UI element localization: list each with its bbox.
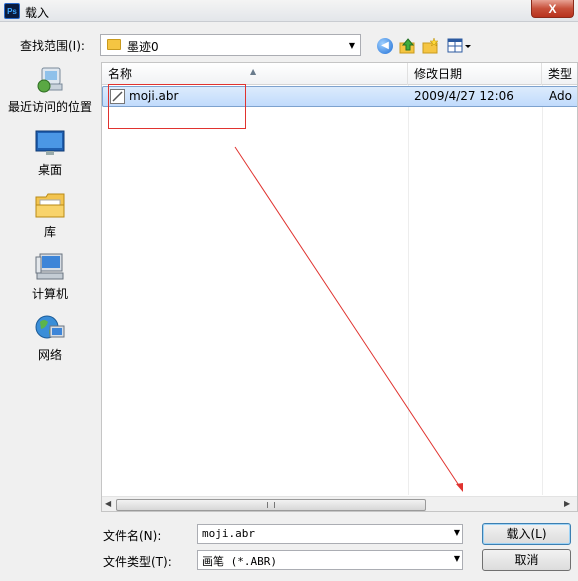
- place-computer[interactable]: 计算机: [0, 251, 100, 302]
- recent-places-icon: [34, 64, 66, 96]
- place-label: 计算机: [31, 287, 68, 301]
- place-label: 桌面: [37, 163, 62, 177]
- filename-label: 文件名(N):: [103, 529, 162, 543]
- file-list[interactable]: 名称 ▲ 修改日期 类型 moji.abr 2009/4/27 12:06 Ad…: [101, 62, 578, 512]
- file-type: Ado: [549, 89, 572, 103]
- cancel-button[interactable]: 取消: [482, 549, 571, 571]
- up-folder-button[interactable]: [399, 37, 417, 55]
- photoshop-icon: Ps: [4, 3, 20, 19]
- chevron-down-icon[interactable]: ▼: [454, 554, 460, 563]
- lookin-value: 墨迹0: [127, 40, 159, 54]
- sort-arrow-icon: ▲: [250, 67, 257, 76]
- list-header: 名称 ▲ 修改日期 类型: [102, 63, 577, 85]
- folder-icon: [107, 39, 121, 50]
- filename-field[interactable]: moji.abr ▼: [197, 524, 463, 544]
- place-libraries[interactable]: 库: [0, 189, 100, 240]
- place-network[interactable]: 网络: [0, 312, 100, 363]
- place-label: 网络: [37, 348, 62, 362]
- title-bar: Ps 载入 X: [0, 0, 578, 22]
- column-header-name[interactable]: 名称 ▲: [102, 63, 408, 85]
- back-arrow-icon: ◀: [377, 38, 393, 54]
- back-button[interactable]: ◀: [376, 37, 394, 55]
- column-divider: [408, 85, 409, 495]
- file-date: 2009/4/27 12:06: [414, 89, 514, 103]
- close-button[interactable]: X: [531, 0, 574, 18]
- places-bar: 最近访问的位置 桌面 库 计算机 网络: [0, 60, 100, 580]
- place-label: 库: [43, 225, 56, 239]
- view-menu-icon: [447, 38, 471, 53]
- lookin-label: 查找范围(I):: [20, 39, 85, 53]
- libraries-icon: [34, 189, 66, 221]
- place-recent[interactable]: 最近访问的位置: [0, 64, 100, 115]
- network-icon: [34, 312, 66, 344]
- place-label: 最近访问的位置: [7, 100, 92, 114]
- lookin-dropdown[interactable]: 墨迹0 ▼: [100, 34, 361, 56]
- horizontal-scrollbar[interactable]: ◀ ▶: [102, 496, 577, 511]
- up-folder-icon: [399, 38, 415, 54]
- grip-icon: [267, 502, 275, 508]
- column-header-date[interactable]: 修改日期: [408, 63, 542, 85]
- chevron-down-icon[interactable]: ▼: [344, 35, 360, 55]
- filetype-select[interactable]: 画笔 (*.ABR) ▼: [197, 550, 463, 570]
- column-divider: [542, 85, 543, 495]
- desktop-icon: [34, 127, 66, 159]
- window-title: 载入: [25, 6, 50, 20]
- load-button[interactable]: 载入(L): [482, 523, 571, 545]
- place-desktop[interactable]: 桌面: [0, 127, 100, 178]
- scroll-left-icon[interactable]: ◀: [105, 499, 111, 508]
- view-menu-button[interactable]: [447, 37, 473, 55]
- scroll-right-icon[interactable]: ▶: [564, 499, 570, 508]
- new-folder-icon: [422, 37, 439, 54]
- chevron-down-icon[interactable]: ▼: [454, 528, 460, 537]
- filetype-label: 文件类型(T):: [103, 555, 172, 569]
- new-folder-button[interactable]: [422, 37, 440, 55]
- annotation-rectangle: [108, 84, 246, 129]
- computer-icon: [34, 251, 66, 283]
- scrollbar-thumb[interactable]: [116, 499, 426, 511]
- column-header-type[interactable]: 类型: [542, 63, 577, 85]
